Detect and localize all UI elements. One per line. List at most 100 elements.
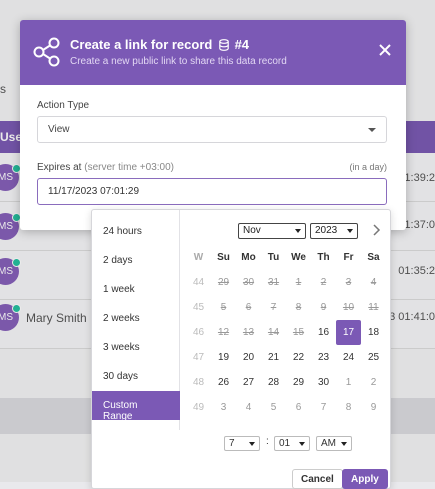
time-separator: : xyxy=(266,436,269,447)
calendar-day[interactable]: 8 xyxy=(336,395,361,420)
record-id: #4 xyxy=(234,37,250,52)
modal-subtitle: Create a new public link to share this d… xyxy=(70,56,287,67)
calendar-day[interactable]: 7 xyxy=(311,395,336,420)
action-type-value: View xyxy=(48,124,70,135)
week-number: 46 xyxy=(192,327,205,338)
weekday-header: Sa xyxy=(367,252,380,263)
calendar-day[interactable]: 9 xyxy=(361,395,386,420)
range-custom[interactable]: Custom Range xyxy=(92,391,180,422)
calendar-day[interactable]: 20 xyxy=(236,345,261,370)
expires-label-text: Expires at xyxy=(37,162,82,173)
calendar-day: 30 xyxy=(242,277,255,288)
chevron-down-icon xyxy=(368,128,376,132)
calendar-day: 11 xyxy=(368,302,379,313)
calendar-day: 3 xyxy=(345,277,352,288)
weekday-header: Mo xyxy=(241,252,256,263)
calendar-day[interactable]: 26 xyxy=(211,370,236,395)
chevron-right-icon[interactable] xyxy=(370,223,382,237)
week-number: 44 xyxy=(192,277,205,288)
calendar-day: 2 xyxy=(320,277,327,288)
create-link-modal: Create a link for record #4 Create a new… xyxy=(20,20,406,230)
week-number: 49 xyxy=(192,402,205,413)
hour-value: 7 xyxy=(229,438,235,449)
range-30-days[interactable]: 30 days xyxy=(92,362,180,391)
modal-title: Create a link for record #4 xyxy=(70,37,249,52)
minute-value: 01 xyxy=(279,438,291,449)
calendar-day[interactable]: 25 xyxy=(361,345,386,370)
calendar-day[interactable]: 24 xyxy=(336,345,361,370)
chevron-down-icon xyxy=(299,442,305,446)
calendar-day: 7 xyxy=(270,302,277,313)
cancel-button[interactable]: Cancel xyxy=(292,469,343,489)
server-time-note: (server time +03:00) xyxy=(84,162,175,173)
action-type-label: Action Type xyxy=(37,100,90,111)
year-value: 2023 xyxy=(315,225,338,236)
range-2-days[interactable]: 2 days xyxy=(92,246,180,275)
weekday-header: Fr xyxy=(343,252,354,263)
chevron-down-icon xyxy=(341,442,347,446)
weekday-header: We xyxy=(291,252,306,263)
week-number: 47 xyxy=(192,352,205,363)
calendar-day: 4 xyxy=(370,277,377,288)
calendar-day[interactable]: 16 xyxy=(311,320,336,345)
month-value: Nov xyxy=(243,225,261,236)
share-icon xyxy=(33,37,60,67)
action-type-select[interactable]: View xyxy=(37,116,387,143)
expires-input[interactable]: 11/17/2023 07:01:29 xyxy=(37,178,387,205)
weekday-header: Th xyxy=(317,252,330,263)
calendar-day[interactable]: 30 xyxy=(311,370,336,395)
weekday-header: Tu xyxy=(267,252,280,263)
calendar-day: 6 xyxy=(245,302,252,313)
year-select[interactable]: 2023 xyxy=(310,223,358,239)
calendar-day[interactable]: 28 xyxy=(261,370,286,395)
calendar-day: 15 xyxy=(292,327,305,338)
close-icon[interactable] xyxy=(378,43,392,57)
range-1-week[interactable]: 1 week xyxy=(92,275,180,304)
week-number: 45 xyxy=(192,302,205,313)
calendar-day: 13 xyxy=(242,327,255,338)
ampm-value: AM xyxy=(321,438,336,449)
hour-select[interactable]: 7 xyxy=(224,436,260,451)
calendar-day: 1 xyxy=(295,277,302,288)
calendar-day[interactable]: 27 xyxy=(236,370,261,395)
range-2-weeks[interactable]: 2 weeks xyxy=(92,304,180,333)
calendar-day[interactable]: 29 xyxy=(286,370,311,395)
calendar-day[interactable]: 23 xyxy=(311,345,336,370)
calendar-day[interactable]: 1 xyxy=(336,370,361,395)
calendar-day[interactable]: 4 xyxy=(236,395,261,420)
expires-label: Expires at (server time +03:00) xyxy=(37,162,174,173)
apply-button[interactable]: Apply xyxy=(342,469,388,489)
modal-title-text: Create a link for record xyxy=(70,37,213,52)
selected-day[interactable]: 17 xyxy=(336,320,361,345)
calendar-day: 29 xyxy=(217,277,230,288)
calendar-day[interactable]: 3 xyxy=(211,395,236,420)
calendar-day: 12 xyxy=(217,327,230,338)
ampm-select[interactable]: AM xyxy=(316,436,352,451)
database-icon xyxy=(219,39,229,51)
calendar-day[interactable]: 6 xyxy=(286,395,311,420)
weekday-header: Su xyxy=(217,252,230,263)
calendar-day[interactable]: 2 xyxy=(361,370,386,395)
calendar-day: 5 xyxy=(220,302,227,313)
expires-hint: (in a day) xyxy=(349,162,387,172)
range-3-weeks[interactable]: 3 weeks xyxy=(92,333,180,362)
calendar-day[interactable]: 5 xyxy=(261,395,286,420)
calendar-day: 9 xyxy=(320,302,327,313)
week-number-header: W xyxy=(193,252,204,263)
calendar-day[interactable]: 19 xyxy=(211,345,236,370)
calendar-day[interactable]: 21 xyxy=(261,345,286,370)
calendar-day: 8 xyxy=(295,302,302,313)
modal-header: Create a link for record #4 Create a new… xyxy=(20,20,406,85)
month-select[interactable]: Nov xyxy=(238,223,306,239)
minute-select[interactable]: 01 xyxy=(274,436,310,451)
range-list: 24 hours 2 days 1 week 2 weeks 3 weeks 3… xyxy=(92,210,180,430)
chevron-down-icon xyxy=(347,229,353,233)
chevron-down-icon xyxy=(249,442,255,446)
calendar-day: 14 xyxy=(267,327,280,338)
calendar-day: 31 xyxy=(267,277,280,288)
calendar-day[interactable]: 22 xyxy=(286,345,311,370)
calendar-day[interactable]: 18 xyxy=(361,320,386,345)
calendar-day: 10 xyxy=(342,302,355,313)
date-range-picker: 24 hours 2 days 1 week 2 weeks 3 weeks 3… xyxy=(91,209,391,489)
range-24-hours[interactable]: 24 hours xyxy=(92,217,180,246)
